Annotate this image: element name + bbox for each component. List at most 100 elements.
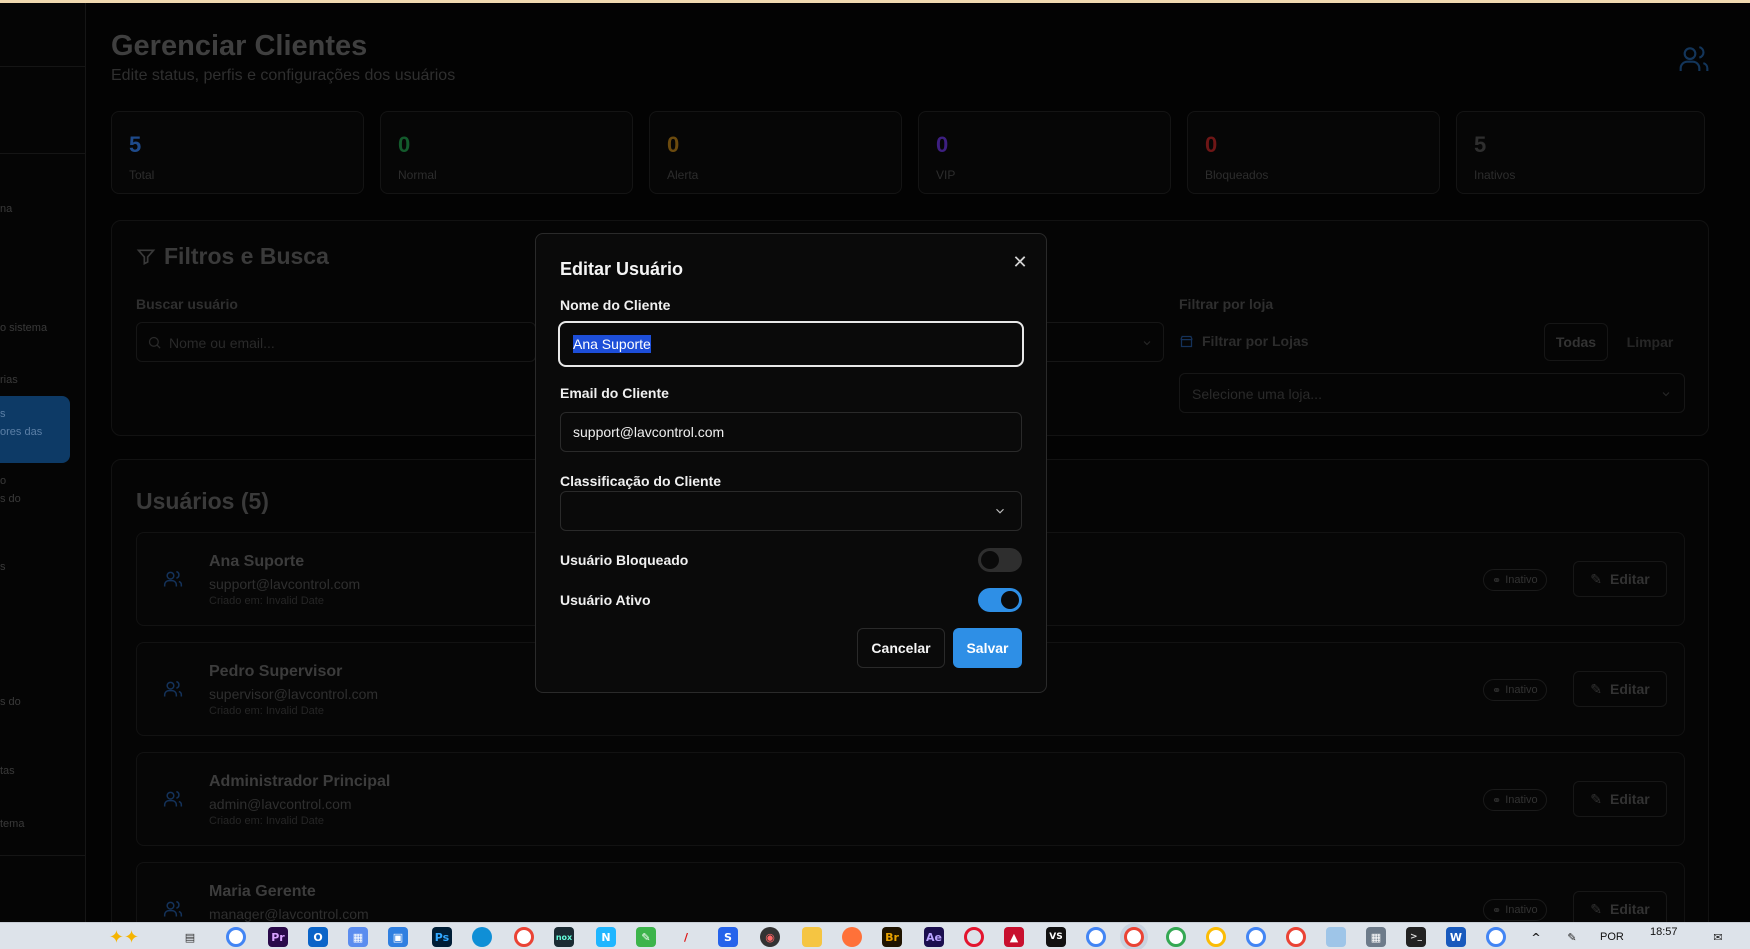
sidebar-item-text[interactable]: tas <box>0 765 15 777</box>
sidebar-item-active[interactable]: s ores das <box>0 396 70 463</box>
blocked-label: Usuário Bloqueado <box>560 552 689 568</box>
edit-button-label: Editar <box>1610 571 1650 587</box>
edit-button[interactable]: ✎ Editar <box>1573 891 1667 922</box>
clock-time[interactable]: 18:57 <box>1650 926 1678 938</box>
email-input[interactable]: support@lavcontrol.com <box>560 412 1022 452</box>
clear-button[interactable]: Limpar <box>1614 323 1686 361</box>
user-email: supervisor@lavcontrol.com <box>209 686 379 702</box>
user-created: Criado em: Invalid Date <box>209 705 324 717</box>
edit-button[interactable]: ✎ Editar <box>1573 671 1667 707</box>
pencil-icon: ✎ <box>1590 570 1603 587</box>
users-icon <box>1679 46 1709 71</box>
user-x-icon: ⚭ <box>1492 794 1502 807</box>
stat-card-vip: 0 VIP <box>918 111 1171 194</box>
status-badge-text: Inativo <box>1505 574 1538 586</box>
user-name: Ana Suporte <box>209 553 305 570</box>
store-icon[interactable]: ▣ <box>388 927 408 947</box>
opera-icon[interactable] <box>964 927 984 947</box>
close-icon[interactable]: ✕ <box>1010 252 1030 272</box>
stat-value: 0 <box>667 132 680 157</box>
sidebar-divider <box>0 153 86 154</box>
bridge-icon[interactable]: Br <box>882 927 902 947</box>
chrome-icon[interactable] <box>1246 927 1266 947</box>
notification-icon[interactable]: ✉ <box>1708 927 1728 947</box>
app-icon[interactable]: VS <box>1046 927 1066 947</box>
sidebar-item-text[interactable]: tema <box>0 818 24 830</box>
edge-icon[interactable] <box>472 927 492 947</box>
user-icon <box>163 570 183 587</box>
calculator-icon[interactable]: ▦ <box>1366 927 1386 947</box>
word-icon[interactable]: W <box>1446 927 1466 947</box>
status-badge: ⚭ Inativo <box>1483 899 1547 921</box>
active-toggle[interactable] <box>978 588 1022 612</box>
sidebar-item-text[interactable]: s <box>0 561 6 573</box>
chrome-icon[interactable] <box>514 927 534 947</box>
chrome-icon[interactable] <box>1486 927 1506 947</box>
premiere-icon[interactable]: Pr <box>268 927 288 947</box>
app-icon[interactable]: S <box>718 927 738 947</box>
user-icon <box>163 790 183 807</box>
file-explorer-icon[interactable] <box>802 927 822 947</box>
save-button[interactable]: Salvar <box>953 628 1022 668</box>
edit-button[interactable]: ✎ Editar <box>1573 781 1667 817</box>
app-icon[interactable] <box>1326 927 1346 947</box>
terminal-icon[interactable]: >_ <box>1406 927 1426 947</box>
pencil-icon: ✎ <box>1590 790 1603 807</box>
stat-label: Total <box>129 168 155 182</box>
status-badge-text: Inativo <box>1505 794 1538 806</box>
store-filter-toggle[interactable]: Filtrar por Lojas <box>1179 333 1309 349</box>
chrome-icon[interactable] <box>1166 927 1186 947</box>
sidebar-item-text[interactable]: na <box>0 203 12 215</box>
sidebar: na o sistema rias s ores das o s do s s … <box>0 3 86 922</box>
filter-icon <box>136 249 156 265</box>
sidebar-item-text[interactable]: s do <box>0 493 21 505</box>
outlook-icon[interactable]: O <box>308 927 328 947</box>
stat-card-inativos: 5 Inativos <box>1456 111 1705 194</box>
name-input[interactable]: Ana Suporte <box>558 321 1024 367</box>
status-select[interactable] <box>1040 322 1164 362</box>
dialog-title: Editar Usuário <box>560 259 684 279</box>
pdf-icon[interactable]: / <box>676 927 696 947</box>
sidebar-item-text[interactable]: rias <box>0 374 18 386</box>
classification-select[interactable] <box>560 491 1022 531</box>
pen-icon[interactable]: ✎ <box>1562 927 1582 947</box>
sidebar-item-text[interactable]: o sistema <box>0 322 47 334</box>
user-row: Administrador Principal admin@lavcontrol… <box>136 752 1685 846</box>
sidebar-item-text[interactable]: s do <box>0 696 21 708</box>
nox-icon[interactable]: nox <box>554 927 574 947</box>
notepad-icon[interactable]: ✎ <box>636 927 656 947</box>
photoshop-icon[interactable]: Ps <box>432 927 452 947</box>
language-indicator[interactable]: POR <box>1600 931 1624 943</box>
blocked-toggle[interactable] <box>978 548 1022 572</box>
chevron-up-icon[interactable]: ^ <box>1526 927 1546 947</box>
after-effects-icon[interactable]: Ae <box>924 927 944 947</box>
search-input[interactable]: Nome ou email... <box>136 322 536 362</box>
app-icon[interactable]: ▲ <box>1004 927 1024 947</box>
task-view-icon[interactable]: ▤ <box>180 927 200 947</box>
status-badge-text: Inativo <box>1505 684 1538 696</box>
chrome-icon[interactable] <box>1124 927 1144 947</box>
stat-label: Inativos <box>1474 168 1516 182</box>
store-icon <box>1180 335 1193 347</box>
chrome-icon[interactable] <box>226 927 246 947</box>
edit-button[interactable]: ✎ Editar <box>1573 561 1667 597</box>
cancel-button[interactable]: Cancelar <box>857 628 945 668</box>
chrome-icon[interactable] <box>1286 927 1306 947</box>
edit-button-label: Editar <box>1610 791 1650 807</box>
toggle-knob <box>981 551 999 569</box>
app-icon[interactable]: ◉ <box>760 927 780 947</box>
chevron-down-icon <box>1662 392 1670 397</box>
all-stores-button[interactable]: Todas <box>1544 323 1608 361</box>
firefox-icon[interactable] <box>842 927 862 947</box>
store-select[interactable]: Selecione uma loja... <box>1179 373 1685 413</box>
calendar-icon[interactable]: ▦ <box>348 927 368 947</box>
stat-label: VIP <box>936 168 956 182</box>
sidebar-item-text[interactable]: o <box>0 475 6 487</box>
stat-label: Normal <box>398 168 437 182</box>
chrome-icon[interactable] <box>1206 927 1226 947</box>
copilot-icon[interactable]: ✦✦ <box>100 927 148 948</box>
edit-user-dialog: Editar Usuário ✕ Nome do Cliente Ana Sup… <box>535 233 1047 693</box>
chrome-icon[interactable] <box>1086 927 1106 947</box>
app-icon[interactable]: N <box>596 927 616 947</box>
email-input-value: support@lavcontrol.com <box>573 424 725 440</box>
